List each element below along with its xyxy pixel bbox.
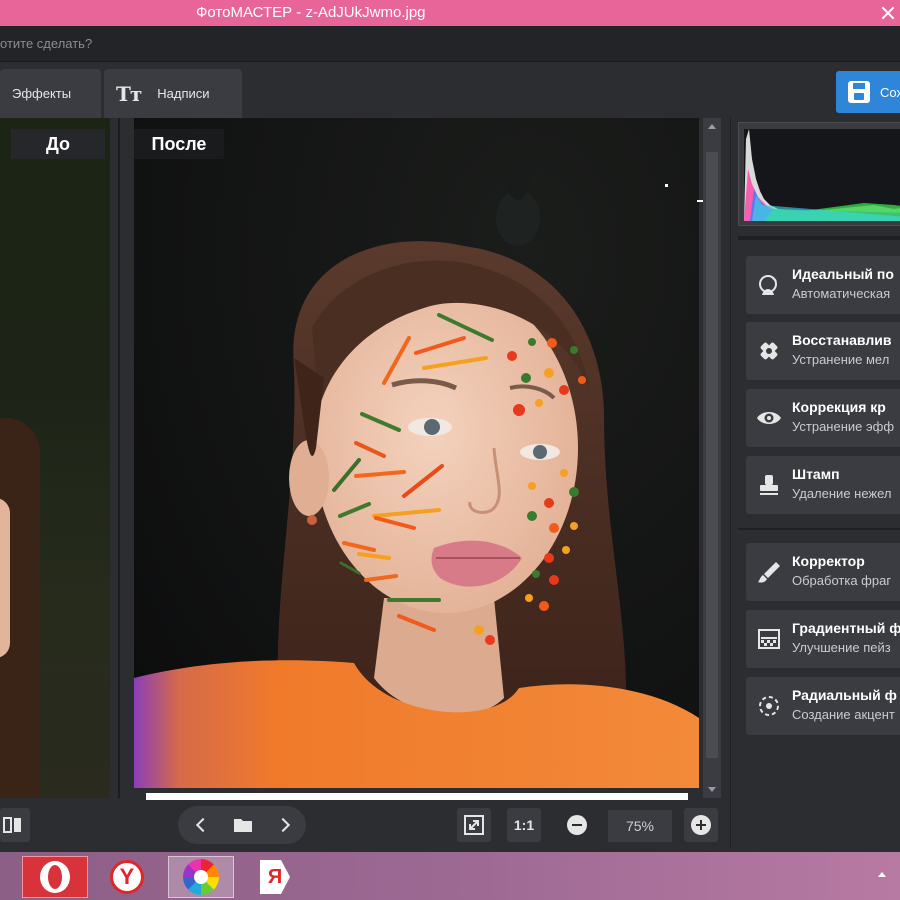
zoom-field[interactable]: 75% bbox=[608, 810, 672, 842]
histogram-graph bbox=[744, 129, 900, 221]
histogram bbox=[738, 122, 900, 226]
panel-divider bbox=[738, 236, 900, 240]
scrollbar-thumb[interactable] bbox=[706, 152, 718, 758]
minus-icon bbox=[567, 815, 587, 835]
tabs-row: Эффекты Tт Надписи bbox=[0, 62, 900, 118]
tool-title: Коррекция кр bbox=[792, 399, 886, 415]
stamp-icon bbox=[760, 475, 778, 495]
tool-subtitle: Устранение эфф bbox=[792, 419, 895, 434]
tool-title: Идеальный по bbox=[792, 266, 894, 282]
tool-title: Штамп bbox=[792, 466, 840, 482]
save-button[interactable]: Сох bbox=[836, 71, 900, 113]
tool-subtitle: Устранение мел bbox=[792, 352, 890, 367]
scroll-up-icon[interactable] bbox=[708, 124, 716, 129]
after-image bbox=[134, 118, 699, 788]
taskbar-yandex[interactable]: Y bbox=[94, 856, 160, 898]
zoom-out-button[interactable] bbox=[565, 808, 589, 842]
tool-subtitle: Улучшение пейз bbox=[792, 640, 891, 655]
compare-icon bbox=[3, 817, 21, 833]
opera-icon bbox=[40, 861, 70, 893]
zoom-one-to-one-label: 1:1 bbox=[513, 817, 535, 833]
open-folder-button[interactable] bbox=[228, 808, 258, 842]
title-bar: ФотоМАСТЕР - z-AdJUkJwmo.jpg bbox=[0, 0, 900, 26]
text-tt-icon: Tт bbox=[116, 81, 142, 106]
prev-image-button[interactable] bbox=[188, 808, 214, 842]
tool-title: Градиентный ф bbox=[792, 620, 900, 636]
save-button-label: Сох bbox=[880, 84, 900, 100]
close-icon[interactable] bbox=[868, 0, 900, 26]
tool-subtitle: Создание акцент bbox=[792, 707, 895, 722]
histogram-plot bbox=[744, 129, 900, 221]
window-title: ФотоМАСТЕР - z-AdJUkJwmo.jpg bbox=[196, 4, 426, 21]
tool-title: Радиальный ф bbox=[792, 687, 897, 703]
scroll-down-icon[interactable] bbox=[708, 787, 716, 792]
tool-title: Корректор bbox=[792, 553, 865, 569]
save-disk-icon bbox=[848, 81, 870, 103]
tab-effects-label: Эффекты bbox=[12, 86, 72, 101]
yandex-browser-icon: Я bbox=[260, 860, 290, 894]
tool-stamp[interactable]: Штамп Удаление нежел bbox=[746, 456, 900, 514]
after-label: После bbox=[134, 129, 224, 159]
compare-mode-button[interactable] bbox=[0, 808, 30, 842]
gradient-icon bbox=[758, 629, 780, 649]
tool-title: Восстанавлив bbox=[792, 332, 892, 348]
chevron-right-icon bbox=[275, 817, 291, 833]
brush-icon bbox=[758, 562, 780, 583]
portrait-icon bbox=[759, 275, 777, 295]
search-placeholder: отите сделать? bbox=[0, 36, 93, 51]
tool-gradient-filter[interactable]: Градиентный ф Улучшение пейз bbox=[746, 610, 900, 668]
before-skin-shape bbox=[0, 498, 10, 658]
next-image-button[interactable] bbox=[272, 808, 298, 842]
fit-screen-icon bbox=[464, 815, 484, 835]
tab-text-label: Надписи bbox=[157, 86, 210, 101]
fit-screen-button[interactable] bbox=[457, 808, 491, 842]
vertical-scrollbar[interactable] bbox=[703, 118, 721, 798]
search-bar[interactable]: отите сделать? bbox=[0, 26, 900, 62]
taskbar-opera[interactable] bbox=[22, 856, 88, 898]
chevron-left-icon bbox=[195, 817, 211, 833]
tool-subtitle: Удаление нежел bbox=[792, 486, 892, 501]
radial-icon bbox=[759, 696, 779, 716]
tool-corrector[interactable]: Корректор Обработка фраг bbox=[746, 543, 900, 601]
after-photo-illustration bbox=[134, 156, 699, 788]
fotomaster-icon bbox=[183, 859, 219, 895]
tool-ideal-portrait[interactable]: Идеальный по Автоматическая bbox=[746, 256, 900, 314]
tools-divider bbox=[738, 528, 900, 530]
zoom-in-icon-wrap bbox=[684, 808, 718, 842]
compare-divider[interactable] bbox=[110, 118, 134, 798]
plus-icon bbox=[691, 815, 711, 835]
tab-text[interactable]: Tт Надписи bbox=[104, 69, 242, 118]
before-image bbox=[0, 118, 110, 798]
tray-expand-icon[interactable] bbox=[878, 872, 886, 877]
before-label: До bbox=[11, 129, 105, 159]
eye-icon bbox=[757, 412, 781, 424]
tool-restore[interactable]: Восстанавлив Устранение мел bbox=[746, 322, 900, 380]
tool-subtitle: Автоматическая bbox=[792, 286, 891, 301]
taskbar-fotomaster[interactable] bbox=[168, 856, 234, 898]
tool-radial-filter[interactable]: Радиальный ф Создание акцент bbox=[746, 677, 900, 735]
yandex-icon: Y bbox=[110, 860, 144, 894]
tab-effects[interactable]: Эффекты bbox=[0, 69, 101, 118]
folder-icon bbox=[234, 819, 252, 832]
taskbar-yandex-browser[interactable]: Я bbox=[242, 856, 308, 898]
tool-subtitle: Обработка фраг bbox=[792, 573, 892, 588]
tool-red-eye[interactable]: Коррекция кр Устранение эфф bbox=[746, 389, 900, 447]
patch-icon bbox=[760, 342, 778, 360]
